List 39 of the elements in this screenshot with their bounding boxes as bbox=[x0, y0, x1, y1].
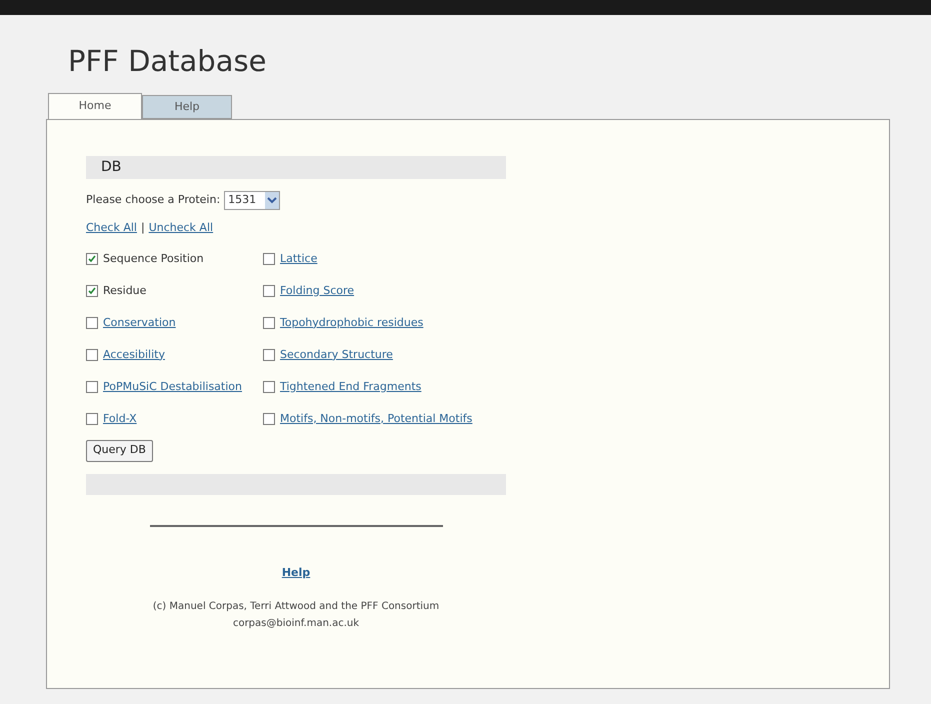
email-text: corpas@bioinf.man.ac.uk bbox=[232, 617, 360, 631]
checkbox[interactable] bbox=[263, 317, 275, 329]
option-link[interactable]: Folding Score bbox=[280, 282, 354, 300]
option-link[interactable]: PoPMuSiC Destabilisation bbox=[103, 378, 242, 396]
option-link[interactable]: Motifs, Non-motifs, Potential Motifs bbox=[280, 410, 472, 428]
option-link[interactable]: Tightened End Fragments bbox=[280, 378, 422, 396]
option-label: Sequence Position bbox=[103, 250, 204, 267]
checkbox[interactable] bbox=[86, 349, 98, 361]
tab[interactable]: Home bbox=[48, 93, 142, 119]
section-header: DB bbox=[86, 156, 506, 179]
option-link[interactable]: Accesibility bbox=[103, 346, 165, 364]
option-link[interactable]: Fold-X bbox=[103, 410, 137, 428]
copyright-text: (c) Manuel Corpas, Terri Attwood and the PFF Consortium bbox=[152, 600, 440, 614]
checkbox[interactable] bbox=[263, 413, 275, 425]
page-title: PFF Database bbox=[68, 45, 268, 77]
checkbox[interactable] bbox=[86, 317, 98, 329]
protein-select[interactable]: 1531 bbox=[224, 191, 280, 210]
protein-label: Please choose a Protein: bbox=[86, 192, 220, 208]
help-link[interactable]: Help bbox=[282, 564, 310, 581]
checkbox[interactable] bbox=[263, 349, 275, 361]
link-separator: | bbox=[140, 220, 145, 236]
checkbox[interactable] bbox=[86, 253, 98, 265]
checkbox[interactable] bbox=[263, 285, 275, 297]
option-link[interactable]: Lattice bbox=[280, 250, 318, 268]
check-all-link[interactable]: Check All bbox=[86, 220, 137, 236]
check-icon bbox=[88, 287, 96, 295]
checkbox[interactable] bbox=[86, 285, 98, 297]
option-label: Residue bbox=[103, 282, 146, 299]
uncheck-all-link[interactable]: Uncheck All bbox=[148, 220, 214, 236]
option-link[interactable]: Topohydrophobic residues bbox=[280, 314, 424, 332]
checkbox[interactable] bbox=[263, 253, 275, 265]
option-link[interactable]: Conservation bbox=[103, 314, 176, 332]
query-button[interactable]: Query DB bbox=[86, 440, 153, 462]
option-link[interactable]: Secondary Structure bbox=[280, 346, 393, 364]
checkbox[interactable] bbox=[86, 413, 98, 425]
check-icon bbox=[88, 255, 96, 263]
checkbox[interactable] bbox=[86, 381, 98, 393]
checkbox[interactable] bbox=[263, 381, 275, 393]
tab[interactable]: Help bbox=[142, 95, 232, 119]
